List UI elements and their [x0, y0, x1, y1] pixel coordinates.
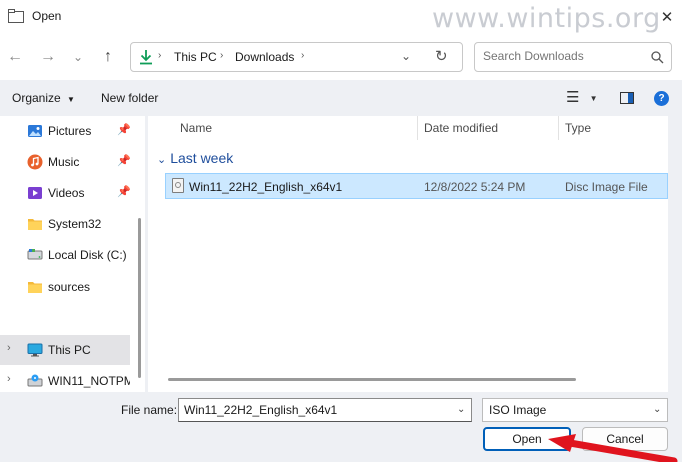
drive-icon [27, 249, 43, 260]
new-folder-button[interactable]: New folder [101, 91, 158, 105]
recent-locations-button[interactable]: ⌄ [66, 45, 90, 69]
column-divider[interactable] [558, 116, 559, 140]
search-icon [651, 51, 664, 64]
folder-icon [28, 282, 42, 293]
address-history-chevron-icon[interactable]: ⌄ [401, 49, 411, 63]
file-name-input[interactable] [184, 403, 444, 417]
close-icon: ✕ [660, 9, 674, 26]
folder-icon [28, 219, 42, 230]
sidebar-item-label: Pictures [48, 124, 92, 138]
group-header-last-week[interactable]: ⌄ Last week [157, 150, 233, 166]
sidebar-item-win11-notpm[interactable]: › WIN11_NOTPM [0, 366, 130, 392]
sidebar-item-local-disk[interactable]: Local Disk (C:) [0, 240, 130, 270]
disc-image-file-icon [172, 178, 184, 193]
sidebar-item-pictures[interactable]: Pictures 📌 [0, 116, 131, 146]
pictures-icon [28, 125, 42, 137]
view-options-button[interactable]: ☰ ▼ [566, 88, 598, 106]
column-header-name[interactable]: Name [180, 121, 212, 135]
sidebar-item-label: sources [48, 280, 91, 294]
sidebar-item-this-pc[interactable]: › This PC [0, 335, 130, 365]
file-type-select[interactable]: ISO Image ⌄ [482, 398, 668, 422]
file-list-horizontal-scrollbar[interactable] [168, 378, 576, 381]
breadcrumb-chevron-icon: › [220, 50, 224, 61]
help-icon: ? [658, 93, 665, 104]
sidebar-item-label: Music [48, 155, 80, 169]
chevron-down-icon: ⌄ [653, 404, 662, 415]
pin-icon: 📌 [117, 155, 131, 167]
pin-icon: 📌 [117, 124, 131, 136]
search-input[interactable] [483, 49, 643, 63]
sidebar-item-sources[interactable]: sources [0, 272, 130, 302]
group-label: Last week [170, 150, 234, 166]
file-type-cell: Disc Image File [565, 180, 648, 194]
organize-label: Organize [12, 91, 61, 105]
list-view-icon: ☰ [566, 89, 580, 106]
chevron-down-icon[interactable]: ⌄ [457, 404, 465, 415]
up-arrow-icon: ↑ [104, 48, 112, 65]
file-date-cell: 12/8/2022 5:24 PM [424, 180, 526, 194]
caret-down-icon: ▼ [67, 95, 75, 104]
pin-icon: 📌 [117, 186, 131, 198]
sidebar-item-videos[interactable]: Videos 📌 [0, 178, 131, 208]
open-button[interactable]: Open [483, 427, 571, 451]
chevron-right-icon[interactable]: › [7, 373, 11, 385]
monitor-icon [27, 343, 43, 357]
sidebar-item-label: Local Disk (C:) [48, 248, 127, 262]
file-name-combobox[interactable]: ⌄ [178, 398, 472, 422]
file-name-label: File name: [121, 403, 178, 417]
forward-arrow-icon: → [40, 48, 56, 65]
sidebar-item-label: WIN11_NOTPM [48, 374, 130, 388]
file-type-value: ISO Image [489, 403, 547, 417]
back-button[interactable]: ← [3, 45, 27, 69]
column-header-date-modified[interactable]: Date modified [424, 121, 498, 135]
back-arrow-icon: ← [7, 48, 23, 65]
refresh-icon[interactable]: ↻ [435, 47, 448, 65]
forward-button[interactable]: → [36, 45, 60, 69]
preview-pane-icon [628, 93, 633, 103]
close-button[interactable]: ✕ [652, 0, 682, 34]
sidebar-item-label: This PC [48, 343, 91, 357]
breadcrumb-downloads[interactable]: Downloads [235, 50, 294, 64]
music-icon [27, 154, 43, 170]
file-name-cell: Win11_22H2_English_x64v1 [189, 180, 343, 194]
sidebar-item-label: Videos [48, 186, 85, 200]
organize-menu[interactable]: Organize ▼ [12, 91, 75, 105]
disc-drive-icon [27, 374, 43, 387]
cancel-button[interactable]: Cancel [582, 427, 668, 451]
watermark-text: www.wintips.org [432, 3, 661, 34]
preview-pane-button[interactable] [620, 92, 634, 104]
help-button[interactable]: ? [654, 91, 669, 106]
search-box[interactable] [474, 42, 672, 72]
column-header-type[interactable]: Type [565, 121, 591, 135]
open-dialog-icon [8, 9, 24, 23]
download-icon [140, 50, 152, 65]
breadcrumb-chevron-icon: › [301, 50, 305, 61]
breadcrumb-this-pc[interactable]: This PC [174, 50, 217, 64]
chevron-down-icon: ⌄ [157, 154, 167, 166]
sidebar-item-system32[interactable]: System32 [0, 209, 130, 239]
column-divider[interactable] [417, 116, 418, 140]
up-button[interactable]: ↑ [96, 45, 120, 69]
videos-icon [28, 187, 42, 199]
chevron-down-icon: ⌄ [72, 50, 84, 64]
window-title: Open [32, 9, 62, 23]
chevron-right-icon[interactable]: › [7, 342, 11, 354]
sidebar-item-music[interactable]: Music 📌 [0, 147, 131, 177]
breadcrumb-chevron-icon: › [158, 50, 162, 61]
sidebar-item-label: System32 [48, 217, 102, 231]
address-bar[interactable]: › This PC › Downloads › ⌄ ↻ [130, 42, 463, 72]
caret-down-icon: ▼ [589, 93, 598, 103]
navigation-pane-scrollbar[interactable] [138, 218, 141, 378]
